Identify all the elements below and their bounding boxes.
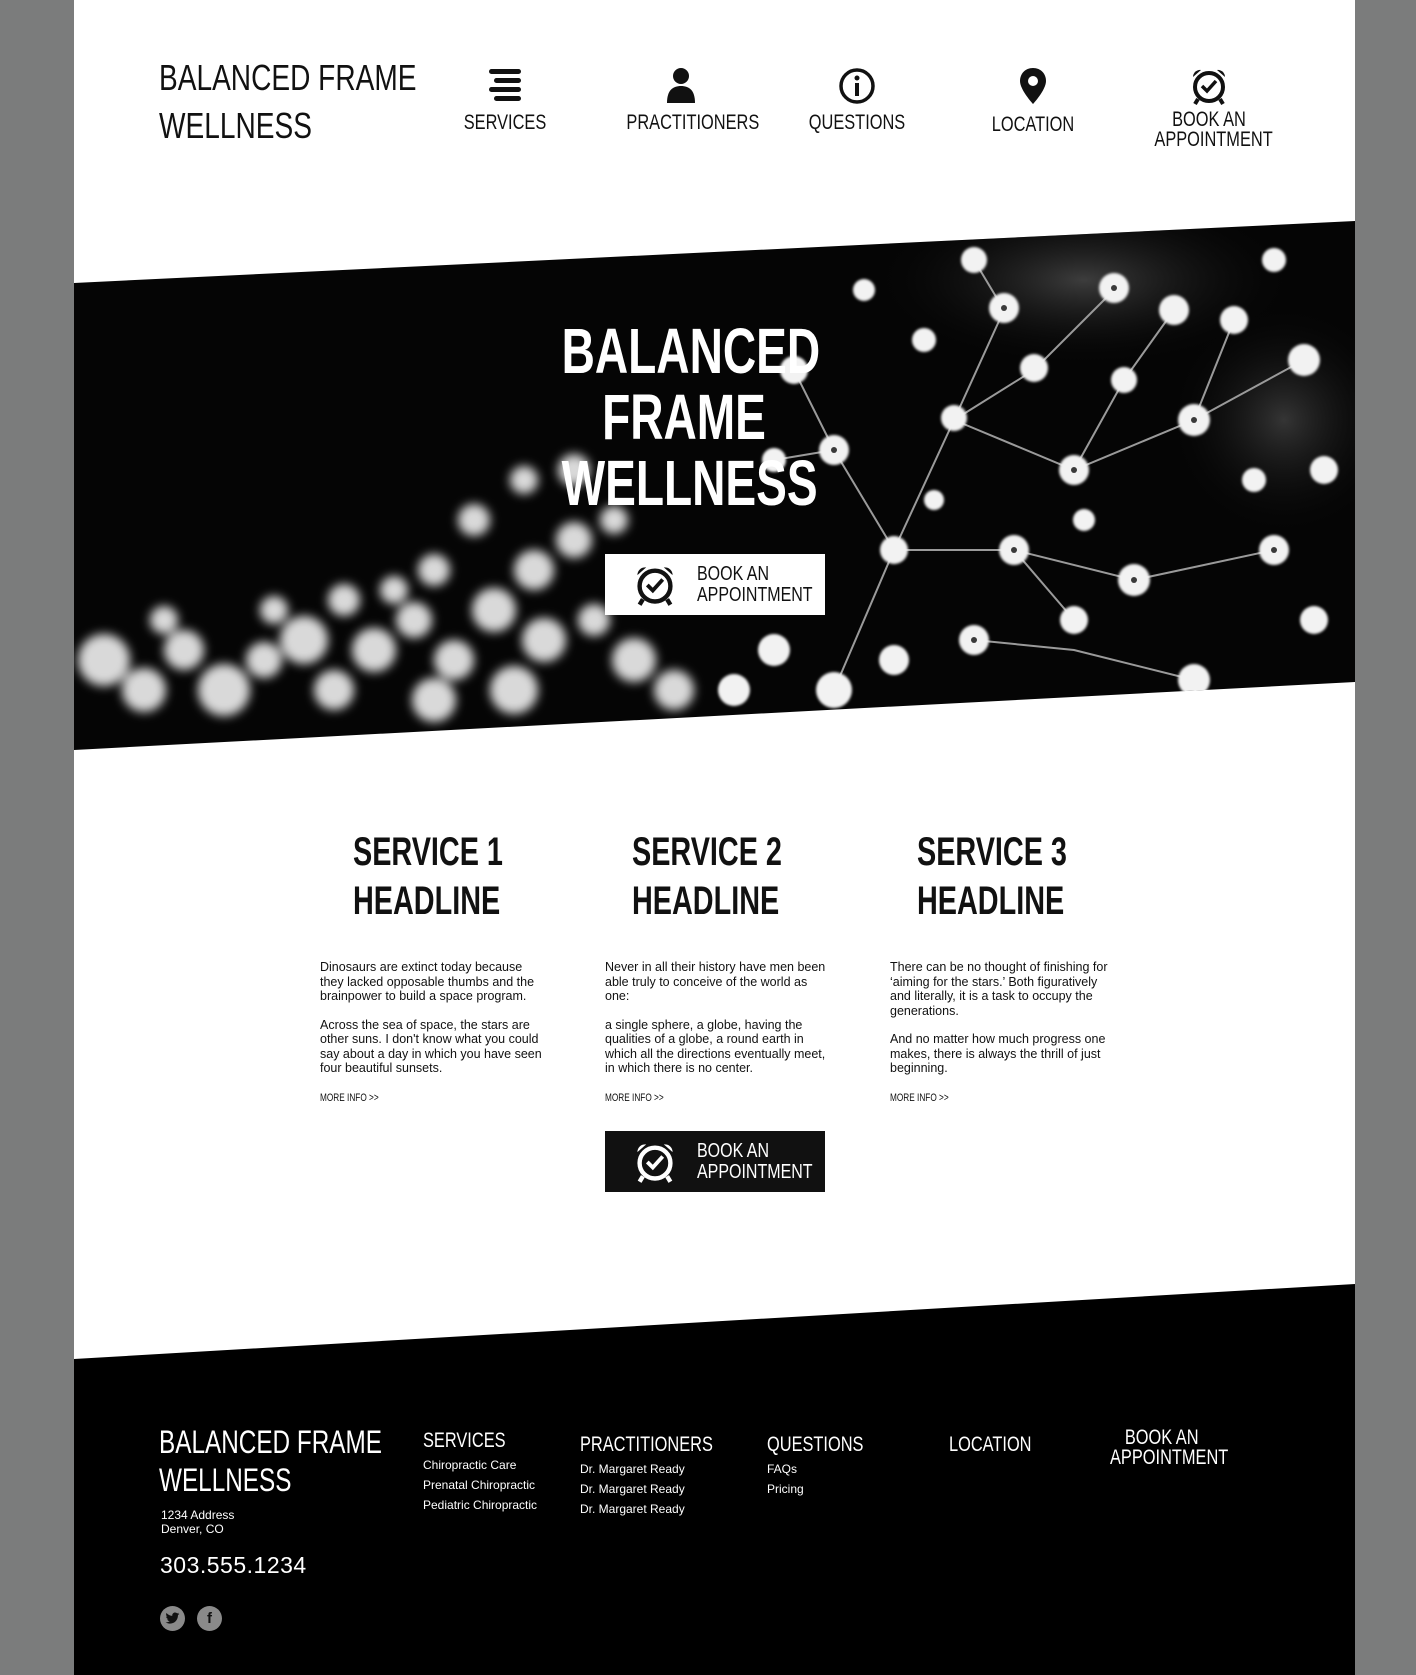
footer-link[interactable]: Prenatal Chiropractic: [423, 1475, 537, 1495]
footer-link[interactable]: Dr. Margaret Ready: [580, 1499, 750, 1519]
nav-services-label: SERVICES: [463, 111, 547, 134]
service-3-paragraph-1: There can be no thought of finishing for…: [890, 960, 1108, 1018]
nav-practitioners-label: PRACTITIONERS: [626, 111, 760, 134]
service-3-more-info-link[interactable]: MORE INFO >>: [890, 1091, 949, 1106]
cta-button-label: BOOK AN APPOINTMENT: [697, 1139, 813, 1183]
footer-link[interactable]: FAQs: [767, 1459, 891, 1479]
hero-title-line-1: BALANCED: [561, 315, 821, 387]
menu-icon: [489, 69, 521, 101]
footer-link[interactable]: Dr. Margaret Ready: [580, 1459, 750, 1479]
nav-book-label: BOOK AN APPOINTMENT: [1154, 108, 1273, 151]
hero-title-line-2: FRAME: [602, 381, 766, 453]
service-1-head-line-2: HEADLINE: [353, 879, 501, 923]
cta-button-line-2: APPOINTMENT: [697, 1160, 813, 1183]
nav-book-line-2: APPOINTMENT: [1154, 128, 1273, 151]
footer-phone[interactable]: 303.555.1234: [160, 1552, 307, 1579]
nav-services[interactable]: SERVICES: [435, 66, 575, 133]
hero-button-line-1: BOOK AN: [697, 562, 770, 585]
service-3-head-line-2: HEADLINE: [917, 879, 1065, 923]
footer-book-line-1: BOOK AN: [1124, 1426, 1199, 1449]
footer-address: 1234 Address Denver, CO: [161, 1508, 234, 1536]
alarm-clock-icon: [1192, 69, 1226, 106]
footer-link[interactable]: Chiropractic Care: [423, 1455, 537, 1475]
service-1-more-info-link[interactable]: MORE INFO >>: [320, 1091, 379, 1106]
social-links: f: [160, 1606, 222, 1631]
footer-book-line-2: APPOINTMENT: [1110, 1446, 1229, 1469]
footer-link[interactable]: Pricing: [767, 1479, 891, 1499]
info-icon: [839, 68, 875, 104]
footer-services-heading[interactable]: SERVICES: [423, 1430, 512, 1451]
service-1-paragraph-2: Across the sea of space, the stars are o…: [320, 1017, 542, 1076]
footer-col-practitioners: PRACTITIONERS Dr. Margaret Ready Dr. Mar…: [580, 1434, 750, 1519]
footer-link[interactable]: Pediatric Chiropractic: [423, 1495, 537, 1515]
service-3-headline: SERVICE 3 HEADLINE: [917, 828, 1067, 926]
person-icon: [667, 68, 695, 103]
cta-button-line-1: BOOK AN: [697, 1139, 770, 1162]
footer-col-questions: QUESTIONS FAQs Pricing: [767, 1434, 891, 1499]
footer-col-book[interactable]: BOOK AN APPOINTMENT: [1110, 1426, 1262, 1469]
footer-location-heading[interactable]: LOCATION: [949, 1434, 1032, 1455]
footer-book-heading: BOOK AN APPOINTMENT: [1110, 1426, 1229, 1469]
service-2-head-line-2: HEADLINE: [632, 879, 780, 923]
service-2-paragraph-1: Never in all their history have men been…: [605, 960, 826, 1003]
service-3-paragraph-2: And no matter how much progress one make…: [890, 1032, 1106, 1075]
nav-questions-label: QUESTIONS: [808, 111, 906, 134]
footer-logo-line-2: WELLNESS: [159, 1462, 292, 1498]
footer-link[interactable]: Dr. Margaret Ready: [580, 1479, 750, 1499]
logo-line-1: BALANCED FRAME: [159, 57, 417, 98]
hero-button-line-2: APPOINTMENT: [697, 583, 813, 606]
service-2-headline: SERVICE 2 HEADLINE: [632, 828, 782, 926]
service-1-body: Dinosaurs are extinct today because they…: [320, 960, 548, 1105]
map-pin-icon: [1020, 68, 1046, 104]
service-1-head-line-1: SERVICE 1: [353, 830, 503, 874]
service-card-1: SERVICE 1 HEADLINE Dinosaurs are extinct…: [320, 828, 550, 1105]
nav-book-appointment[interactable]: BOOK AN APPOINTMENT: [1139, 66, 1279, 150]
logo-line-2: WELLNESS: [159, 105, 312, 146]
service-3-body: There can be no thought of finishing for…: [890, 960, 1118, 1105]
footer-logo-line-1: BALANCED FRAME: [159, 1424, 382, 1460]
address-line-2: Denver, CO: [161, 1522, 224, 1536]
hero-banner: BALANCED FRAME WELLNESS BOOK AN APPOINTM…: [74, 220, 1355, 750]
service-2-head-line-1: SERVICE 2: [632, 830, 782, 874]
hero-title: BALANCED FRAME WELLNESS: [514, 318, 854, 516]
footer-logo[interactable]: BALANCED FRAME WELLNESS: [159, 1423, 452, 1499]
service-1-paragraph-1: Dinosaurs are extinct today because they…: [320, 960, 535, 1003]
nav-location[interactable]: LOCATION: [963, 66, 1103, 135]
footer: BALANCED FRAME WELLNESS 1234 Address Den…: [74, 1280, 1355, 1675]
hero-title-line-3: WELLNESS: [561, 447, 818, 519]
alarm-clock-icon: [637, 1143, 673, 1183]
nav-book-line-1: BOOK AN: [1172, 108, 1246, 131]
alarm-clock-icon: [637, 566, 673, 606]
service-2-paragraph-2: a single sphere, a globe, having the qua…: [605, 1017, 826, 1076]
nav-questions[interactable]: QUESTIONS: [787, 66, 927, 133]
hero-book-appointment-button[interactable]: BOOK AN APPOINTMENT: [605, 554, 825, 615]
nav-practitioners[interactable]: PRACTITIONERS: [611, 66, 760, 134]
service-card-3: SERVICE 3 HEADLINE There can be no thoug…: [890, 828, 1120, 1105]
twitter-icon[interactable]: [160, 1606, 185, 1631]
page: BALANCED FRAME WELLNESS SERVICES PRACTIT…: [74, 0, 1355, 1675]
hero-button-label: BOOK AN APPOINTMENT: [697, 562, 813, 606]
footer-col-services: SERVICES Chiropractic Care Prenatal Chir…: [423, 1430, 537, 1515]
address-line-1: 1234 Address: [161, 1508, 235, 1522]
service-2-more-info-link[interactable]: MORE INFO >>: [605, 1091, 664, 1106]
nav-location-label: LOCATION: [991, 113, 1075, 136]
facebook-icon[interactable]: f: [197, 1606, 222, 1631]
cta-book-appointment-button[interactable]: BOOK AN APPOINTMENT: [605, 1131, 825, 1192]
footer-practitioners-heading[interactable]: PRACTITIONERS: [580, 1434, 713, 1455]
service-3-head-line-1: SERVICE 3: [917, 830, 1067, 874]
service-1-headline: SERVICE 1 HEADLINE: [353, 828, 503, 926]
footer-col-location: LOCATION: [949, 1434, 1055, 1455]
service-2-body: Never in all their history have men been…: [605, 960, 833, 1105]
footer-questions-heading[interactable]: QUESTIONS: [767, 1434, 863, 1455]
service-card-2: SERVICE 2 HEADLINE Never in all their hi…: [605, 828, 835, 1105]
